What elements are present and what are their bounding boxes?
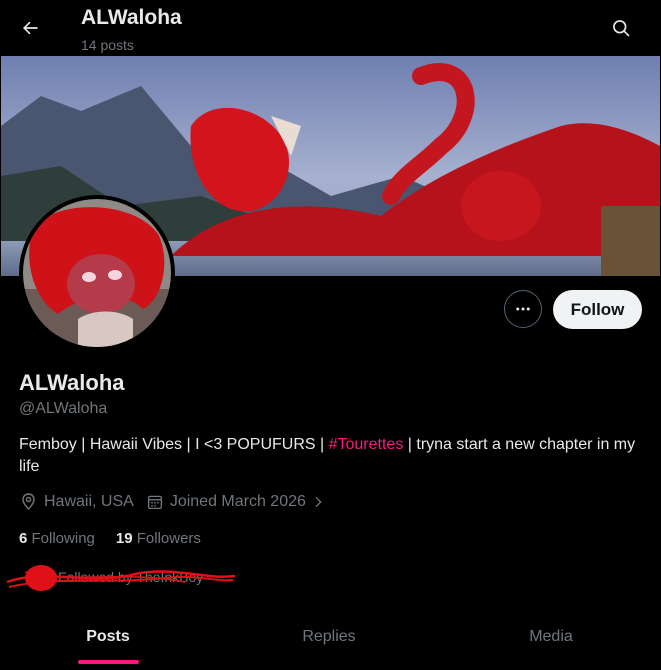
header-title: ALWaloha [81, 6, 182, 29]
bio-hashtag-link[interactable]: #Tourettes [329, 436, 404, 453]
display-name: ALWaloha [19, 370, 125, 395]
followers-count: 19 [115, 530, 133, 547]
joined-text: Joined March 2026 [169, 492, 306, 510]
active-tab-indicator [78, 660, 139, 664]
followers-link[interactable]: 19 Followers [116, 530, 201, 547]
followers-label: Followers [136, 530, 201, 547]
more-icon [516, 307, 530, 311]
location: Hawaii, USA [19, 492, 134, 511]
back-button[interactable] [12, 10, 48, 46]
more-options-button[interactable] [504, 290, 542, 328]
tab-media[interactable]: Media [491, 604, 611, 670]
bio: Femboy | Hawaii Vibes | I <3 POPUFURS | … [19, 434, 644, 478]
calendar-icon [147, 495, 162, 509]
avatar-frame [19, 195, 175, 351]
location-text: Hawaii, USA [44, 492, 134, 510]
following-label: Following [31, 530, 95, 547]
follow-button[interactable]: Follow [553, 290, 642, 329]
joined-date[interactable]: Joined March 2026 [146, 493, 332, 511]
posts-count: 14 posts [81, 37, 134, 53]
bio-text: Femboy | Hawaii Vibes | I <3 POPUFURS | [19, 436, 329, 453]
following-count: 6 [19, 530, 28, 547]
back-arrow-icon [23, 21, 38, 35]
search-icon [613, 20, 630, 37]
following-link[interactable]: 6 Following [19, 530, 95, 547]
avatar[interactable] [23, 199, 171, 347]
chevron-right-icon [315, 496, 322, 507]
location-icon [22, 493, 35, 511]
follow-stats: 6 Following 19 Followers [19, 530, 222, 547]
search-button[interactable] [603, 10, 639, 46]
tab-replies[interactable]: Replies [269, 604, 389, 670]
top-bar: ALWaloha 14 posts [0, 0, 661, 56]
redaction-scribble [6, 565, 236, 591]
profile-meta: Hawaii, USA Joined March 2026 [19, 492, 344, 511]
handle: @ALWaloha [19, 400, 108, 417]
